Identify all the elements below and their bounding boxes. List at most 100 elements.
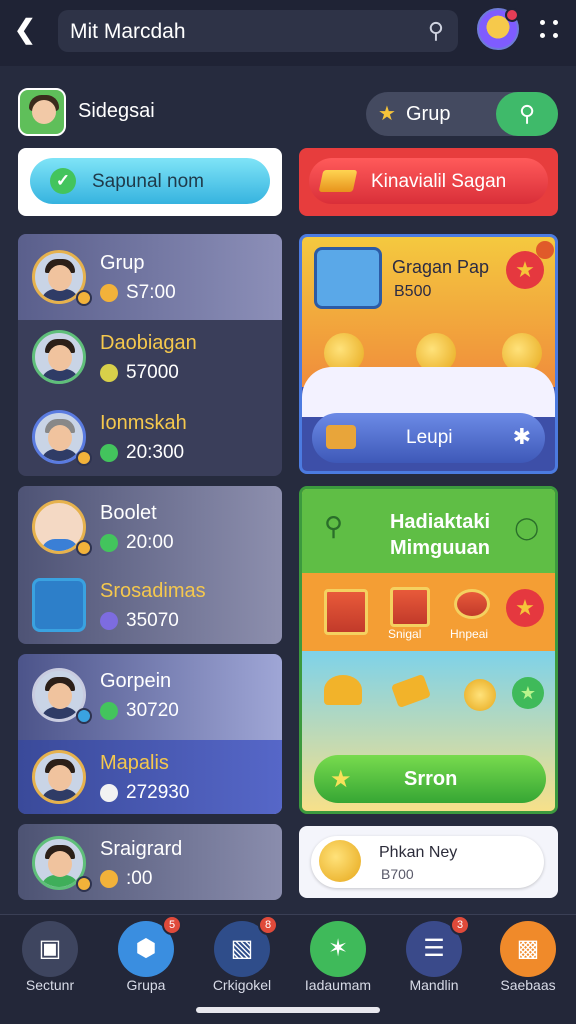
check-coin-icon: [100, 702, 118, 720]
user-avatar[interactable]: [477, 8, 519, 50]
treasure-icon[interactable]: [454, 589, 490, 619]
list-item[interactable]: Boolet 20:00: [18, 488, 282, 566]
badge-icon: [76, 450, 92, 466]
magnifier-icon: ⚲: [324, 511, 344, 541]
gift-icon[interactable]: [324, 589, 368, 635]
list-item-title: Mapalis: [100, 752, 169, 774]
top-bar: ❮ Mit Marcdah ⚲: [0, 0, 576, 66]
reward-title: Hadiaktaki Mimguuan: [389, 511, 491, 559]
gift-icon[interactable]: [390, 587, 430, 627]
search-bar[interactable]: Mit Marcdah ⚲: [58, 10, 458, 52]
nav-item[interactable]: ▣ Sectunr: [2, 915, 98, 1024]
promo-button-label: Leupi: [406, 427, 453, 448]
coin-icon: [100, 870, 118, 888]
badge-icon: [76, 876, 92, 892]
profile-row: Sidegsai ★ Grup ⚲: [18, 88, 558, 138]
list-item[interactable]: Srosadimas 35070: [18, 566, 282, 644]
list-item-title: Srosadimas: [100, 580, 206, 602]
list-item-value: 20:300: [126, 442, 185, 463]
gift-label: Hnpeai: [450, 627, 489, 641]
nav-label: Mandlin: [409, 977, 459, 993]
list-item-title: Boolet: [100, 502, 157, 524]
group-pill[interactable]: ★ Grup ⚲: [366, 92, 558, 136]
member-list-2: Boolet 20:00 Srosadimas 35070: [18, 486, 282, 644]
list-item-value: 57000: [126, 362, 179, 383]
reward-button[interactable]: ★ Srron: [314, 755, 546, 803]
badge-icon: [76, 290, 92, 306]
gift-box-icon: ▩: [500, 921, 556, 977]
list-item[interactable]: Ionmskah 20:300: [18, 398, 282, 476]
check-coin-icon: [100, 444, 118, 462]
star-burst-icon: ✶: [310, 921, 366, 977]
list-item-title: Daobiagan: [100, 332, 197, 354]
nav-label: Iadaumam: [304, 977, 372, 993]
nav-item[interactable]: ⬢ 5 Grupa: [98, 915, 194, 1024]
promo-title: Gragan Pap: [392, 257, 490, 277]
tablet-icon: [32, 578, 86, 632]
profile-name: Sidegsai: [78, 100, 155, 122]
check-coin-icon: [100, 534, 118, 552]
horn-icon: [390, 673, 432, 709]
right-action-card: Kinavialil Sagan: [299, 148, 558, 216]
list-item[interactable]: Mapalis 272930: [18, 738, 282, 814]
star-icon[interactable]: ★: [506, 589, 544, 627]
coin-icon: [100, 364, 118, 382]
list-item-title: Gorpein: [100, 670, 172, 692]
member-list-3: Gorpein 30720 Mapalis 272930: [18, 654, 282, 814]
right-action-label: Kinavialil Sagan: [371, 171, 507, 192]
group-pill-label: Grup: [406, 103, 451, 125]
promo-card[interactable]: Gragan Pap B500 ★ Leupi ✱: [299, 234, 558, 474]
chest-icon: [326, 425, 356, 449]
left-action-label: Sapunal nom: [92, 171, 204, 192]
promo-button[interactable]: Leupi ✱: [312, 413, 545, 463]
nav-label: Grupa: [126, 977, 166, 993]
gem-icon: [100, 612, 118, 630]
notification-dot: [505, 8, 519, 22]
nav-badge: 5: [162, 915, 182, 935]
member-avatar: [32, 330, 86, 384]
profile-avatar[interactable]: [18, 88, 66, 136]
nav-label: Sectunr: [25, 977, 75, 993]
list-item-title: Sraigrard: [100, 838, 183, 860]
nav-label: Crkigokel: [212, 977, 272, 993]
list-item-value: 30720: [126, 700, 179, 721]
list-item[interactable]: Sraigrard :00: [18, 824, 282, 900]
promo-image: [314, 247, 382, 309]
home-indicator[interactable]: [196, 1007, 380, 1013]
check-icon: ✓: [50, 168, 76, 194]
nav-badge: 3: [450, 915, 470, 935]
nav-label: Saebaas: [500, 977, 556, 993]
gift-label: Snigal: [388, 627, 422, 641]
badge-icon: [76, 708, 92, 724]
search-text[interactable]: Mit Marcdah: [70, 20, 186, 44]
list-item-value: 35070: [126, 610, 179, 631]
gold-coin-icon: [464, 679, 496, 711]
search-button[interactable]: ⚲: [496, 92, 558, 136]
more-dots-icon[interactable]: [538, 18, 562, 42]
search-icon[interactable]: ⚲: [428, 18, 444, 44]
list-item[interactable]: Daobiagan 57000: [18, 318, 282, 396]
list-item-title: Ionmskah: [100, 412, 187, 434]
badge-icon: [76, 540, 92, 556]
star-icon: ★: [330, 766, 352, 793]
member-avatar: [32, 750, 86, 804]
chevron-left-icon[interactable]: ❮: [14, 14, 38, 44]
nav-item[interactable]: ▩ Saebaas: [480, 915, 576, 1024]
stopwatch-icon: ◯: [514, 515, 539, 540]
green-star-icon: ★: [512, 677, 544, 709]
daily-button[interactable]: Phkan Ney B700: [311, 836, 544, 888]
left-action-card: ✓ Sapunal nom: [18, 148, 282, 216]
coin-icon: [100, 284, 118, 302]
gear-icon[interactable]: ✱: [513, 424, 531, 450]
list-item-title: Grup: [100, 252, 145, 274]
daily-value: B700: [381, 866, 414, 882]
nav-item[interactable]: ☰ 3 Mandlin: [386, 915, 482, 1024]
list-item[interactable]: Grup S7:00: [18, 238, 282, 316]
gold-coin-icon: [319, 840, 361, 882]
right-action-button[interactable]: Kinavialil Sagan: [309, 158, 548, 204]
gold-bar-icon: [318, 170, 358, 192]
star-icon: ★: [378, 103, 396, 125]
left-action-button[interactable]: ✓ Sapunal nom: [30, 158, 270, 204]
list-item[interactable]: Gorpein 30720: [18, 656, 282, 734]
coin-icon: [100, 784, 118, 802]
